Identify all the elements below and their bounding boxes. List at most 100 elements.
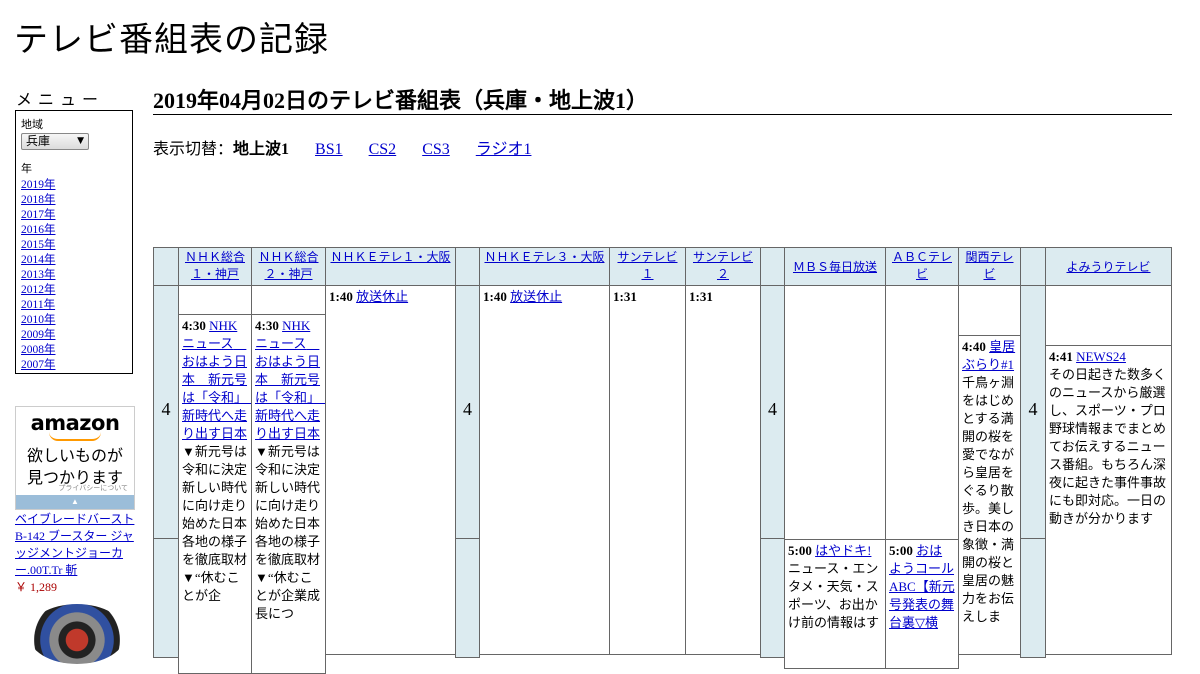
channel-link[interactable]: ＭＢＳ毎日放送 — [793, 260, 877, 274]
year-link[interactable]: 2017年 — [21, 209, 56, 221]
channel-header[interactable]: ＡＢＣテレビ — [885, 247, 959, 286]
channel-header[interactable]: サンテレビ２ — [685, 247, 761, 286]
year-link[interactable]: 2011年 — [21, 299, 55, 311]
channel-link[interactable]: ＡＢＣテレビ — [892, 250, 952, 281]
year-link[interactable]: 2015年 — [21, 239, 56, 251]
switch-current: 地上波1 — [233, 141, 290, 158]
program-time: 1:40 — [329, 289, 353, 304]
ad-product-link[interactable]: ベイブレードバースト B-142 ブースター ジャッジメントジョーカー.00T.… — [15, 511, 137, 579]
channel-header[interactable]: サンテレビ１ — [609, 247, 686, 286]
page-title: 2019年04月02日のテレビ番組表（兵庫・地上波1） — [153, 83, 1172, 115]
channel-link[interactable]: ＮＨＫＥテレ１・大阪 — [330, 250, 450, 264]
region-select[interactable]: 兵庫 ▼ — [21, 133, 89, 150]
hour-cell-next — [760, 538, 785, 658]
program-title-link[interactable]: NHKニュース おはよう日本 新元号は「令和」 新時代へ走り出す日本 — [255, 318, 325, 441]
program-title-link[interactable]: NHKニュース おはよう日本 新元号は「令和」 新時代へ走り出す日本 — [182, 318, 251, 441]
channel-header[interactable]: ＭＢＳ毎日放送 — [784, 247, 886, 286]
year-link[interactable]: 2010年 — [21, 314, 56, 326]
channel-header[interactable]: 関西テレビ — [958, 247, 1021, 286]
program-description: ▼新元号は令和に決定 新しい時代に向け走り始めた日本各地の様子を徹底取材▼“休む… — [255, 444, 325, 621]
program-cell: 1:40 放送休止 — [325, 285, 456, 655]
program-time: 4:41 — [1049, 349, 1073, 364]
hour-cell-next — [1020, 538, 1046, 658]
program-time: 1:40 — [483, 289, 507, 304]
program-title-link[interactable]: 放送休止 — [356, 289, 408, 304]
region-select-value: 兵庫 — [26, 134, 51, 148]
channel-link[interactable]: 関西テレビ — [965, 250, 1013, 281]
program-cell: 4:41 NEWS24 その日起きた数多くのニュースから厳選し、スポーツ・プロ野… — [1045, 345, 1172, 655]
program-description: ニュース・エンタメ・天気・スポーツ、お出かけ前の情報はす — [788, 561, 880, 630]
program-grid: ＮＨＫ総合１・神戸 ＮＨＫ総合２・神戸 ＮＨＫＥテレ１・大阪 ＮＨＫＥテレ３・大… — [153, 247, 1172, 674]
site-title: テレビ番組表の記録 — [14, 20, 329, 60]
header-hour-spacer — [760, 247, 785, 286]
year-link[interactable]: 2016年 — [21, 224, 56, 236]
program-cell: 1:31 — [609, 285, 686, 655]
channel-link[interactable]: ＮＨＫ総合２・神戸 — [258, 250, 318, 281]
display-switcher: 表示切替：地上波1 BS1 CS2 CS3 ラジオ1 — [153, 135, 553, 159]
year-link[interactable]: 2008年 — [21, 344, 56, 356]
chevron-up-icon: ▲ — [71, 497, 79, 506]
program-title-link[interactable]: はやドキ! — [815, 543, 871, 558]
ad-expand-bar[interactable]: ▲ — [16, 495, 134, 509]
program-cell: 5:00 おはようコールABC【新元号発表の舞台裏▽横 — [885, 539, 959, 669]
program-cell-empty — [178, 285, 252, 315]
year-link[interactable]: 2014年 — [21, 254, 56, 266]
program-title-link[interactable]: NEWS24 — [1076, 349, 1126, 364]
hour-label: 4 — [768, 399, 777, 419]
amazon-ad-banner[interactable]: amazon 欲しいものが 見つかります プライバシーについて ▲ — [15, 406, 135, 510]
year-link[interactable]: 2009年 — [21, 329, 56, 341]
program-description: 千鳥ヶ淵をはじめとする満開の桜を愛でながら皇居をぐるり散歩。美しき日本の象徴・満… — [962, 375, 1015, 624]
channel-link[interactable]: ＮＨＫ総合１・神戸 — [185, 250, 245, 281]
channel-header[interactable]: よみうりテレビ — [1045, 247, 1172, 286]
channel-link[interactable]: よみうりテレビ — [1066, 260, 1150, 274]
header-hour-spacer — [1020, 247, 1046, 286]
program-time: 1:31 — [613, 289, 637, 304]
switch-link-cs2[interactable]: CS2 — [369, 141, 397, 158]
ad-text-line1: 欲しいものが — [26, 446, 123, 465]
switch-link-radio1[interactable]: ラジオ1 — [476, 141, 532, 158]
menu-box: 地域 兵庫 ▼ 年 2019年 2018年 2017年 2016年 2015年 … — [15, 110, 133, 374]
program-cell-empty — [251, 285, 326, 315]
ad-privacy-link[interactable]: プライバシーについて — [58, 483, 128, 493]
region-label: 地域 — [21, 118, 43, 131]
program-cell: 4:40 皇居ぶらり#1 千鳥ヶ淵をはじめとする満開の桜を愛でながら皇居をぐるり… — [958, 335, 1021, 655]
menu-heading: メニュー — [16, 90, 105, 109]
channel-header[interactable]: ＮＨＫＥテレ１・大阪 — [325, 247, 456, 286]
channel-link[interactable]: サンテレビ２ — [693, 250, 753, 281]
switch-label: 表示切替： — [153, 141, 234, 158]
hour-label: 4 — [1028, 399, 1038, 419]
program-cell-empty — [784, 285, 886, 540]
switch-link-bs1[interactable]: BS1 — [315, 141, 343, 158]
hour-label: 4 — [161, 399, 171, 419]
program-cell-empty — [885, 285, 959, 540]
year-link[interactable]: 2013年 — [21, 269, 56, 281]
program-time: 1:31 — [689, 289, 713, 304]
year-link[interactable]: 2007年 — [21, 359, 56, 371]
channel-header[interactable]: ＮＨＫ総合１・神戸 — [178, 247, 252, 286]
hour-cell: 4 — [760, 285, 785, 539]
program-time: 4:40 — [962, 339, 986, 354]
header-hour-spacer — [455, 247, 480, 286]
chevron-down-icon: ▼ — [77, 136, 84, 146]
switch-link-cs3[interactable]: CS3 — [422, 141, 450, 158]
hour-cell-next — [455, 538, 480, 658]
program-cell: 1:31 — [685, 285, 761, 655]
year-link[interactable]: 2018年 — [21, 194, 56, 206]
program-description: ▼新元号は令和に決定 新しい時代に向け走り始めた日本各地の様子を徹底取材▼“休む… — [182, 444, 251, 603]
program-time: 5:00 — [788, 543, 812, 558]
program-title-link[interactable]: 放送休止 — [510, 289, 562, 304]
program-time: 4:30 — [182, 318, 206, 333]
program-cell-empty — [958, 285, 1021, 336]
year-link[interactable]: 2012年 — [21, 284, 56, 296]
program-description: その日起きた数多くのニュースから厳選し、スポーツ・プロ野球情報までまとめてお伝え… — [1049, 367, 1167, 526]
year-link[interactable]: 2019年 — [21, 179, 56, 191]
program-cell: 4:30 NHKニュース おはよう日本 新元号は「令和」 新時代へ走り出す日本 … — [178, 314, 252, 674]
channel-link[interactable]: サンテレビ１ — [617, 250, 677, 281]
program-cell: 4:30 NHKニュース おはよう日本 新元号は「令和」 新時代へ走り出す日本 … — [251, 314, 326, 674]
channel-header[interactable]: ＮＨＫＥテレ３・大阪 — [479, 247, 610, 286]
hour-cell: 4 — [153, 285, 179, 539]
channel-header[interactable]: ＮＨＫ総合２・神戸 — [251, 247, 326, 286]
ad-product-price: ￥ 1,289 — [15, 580, 58, 594]
ad-product-image[interactable] — [28, 604, 126, 664]
channel-link[interactable]: ＮＨＫＥテレ３・大阪 — [484, 250, 604, 264]
